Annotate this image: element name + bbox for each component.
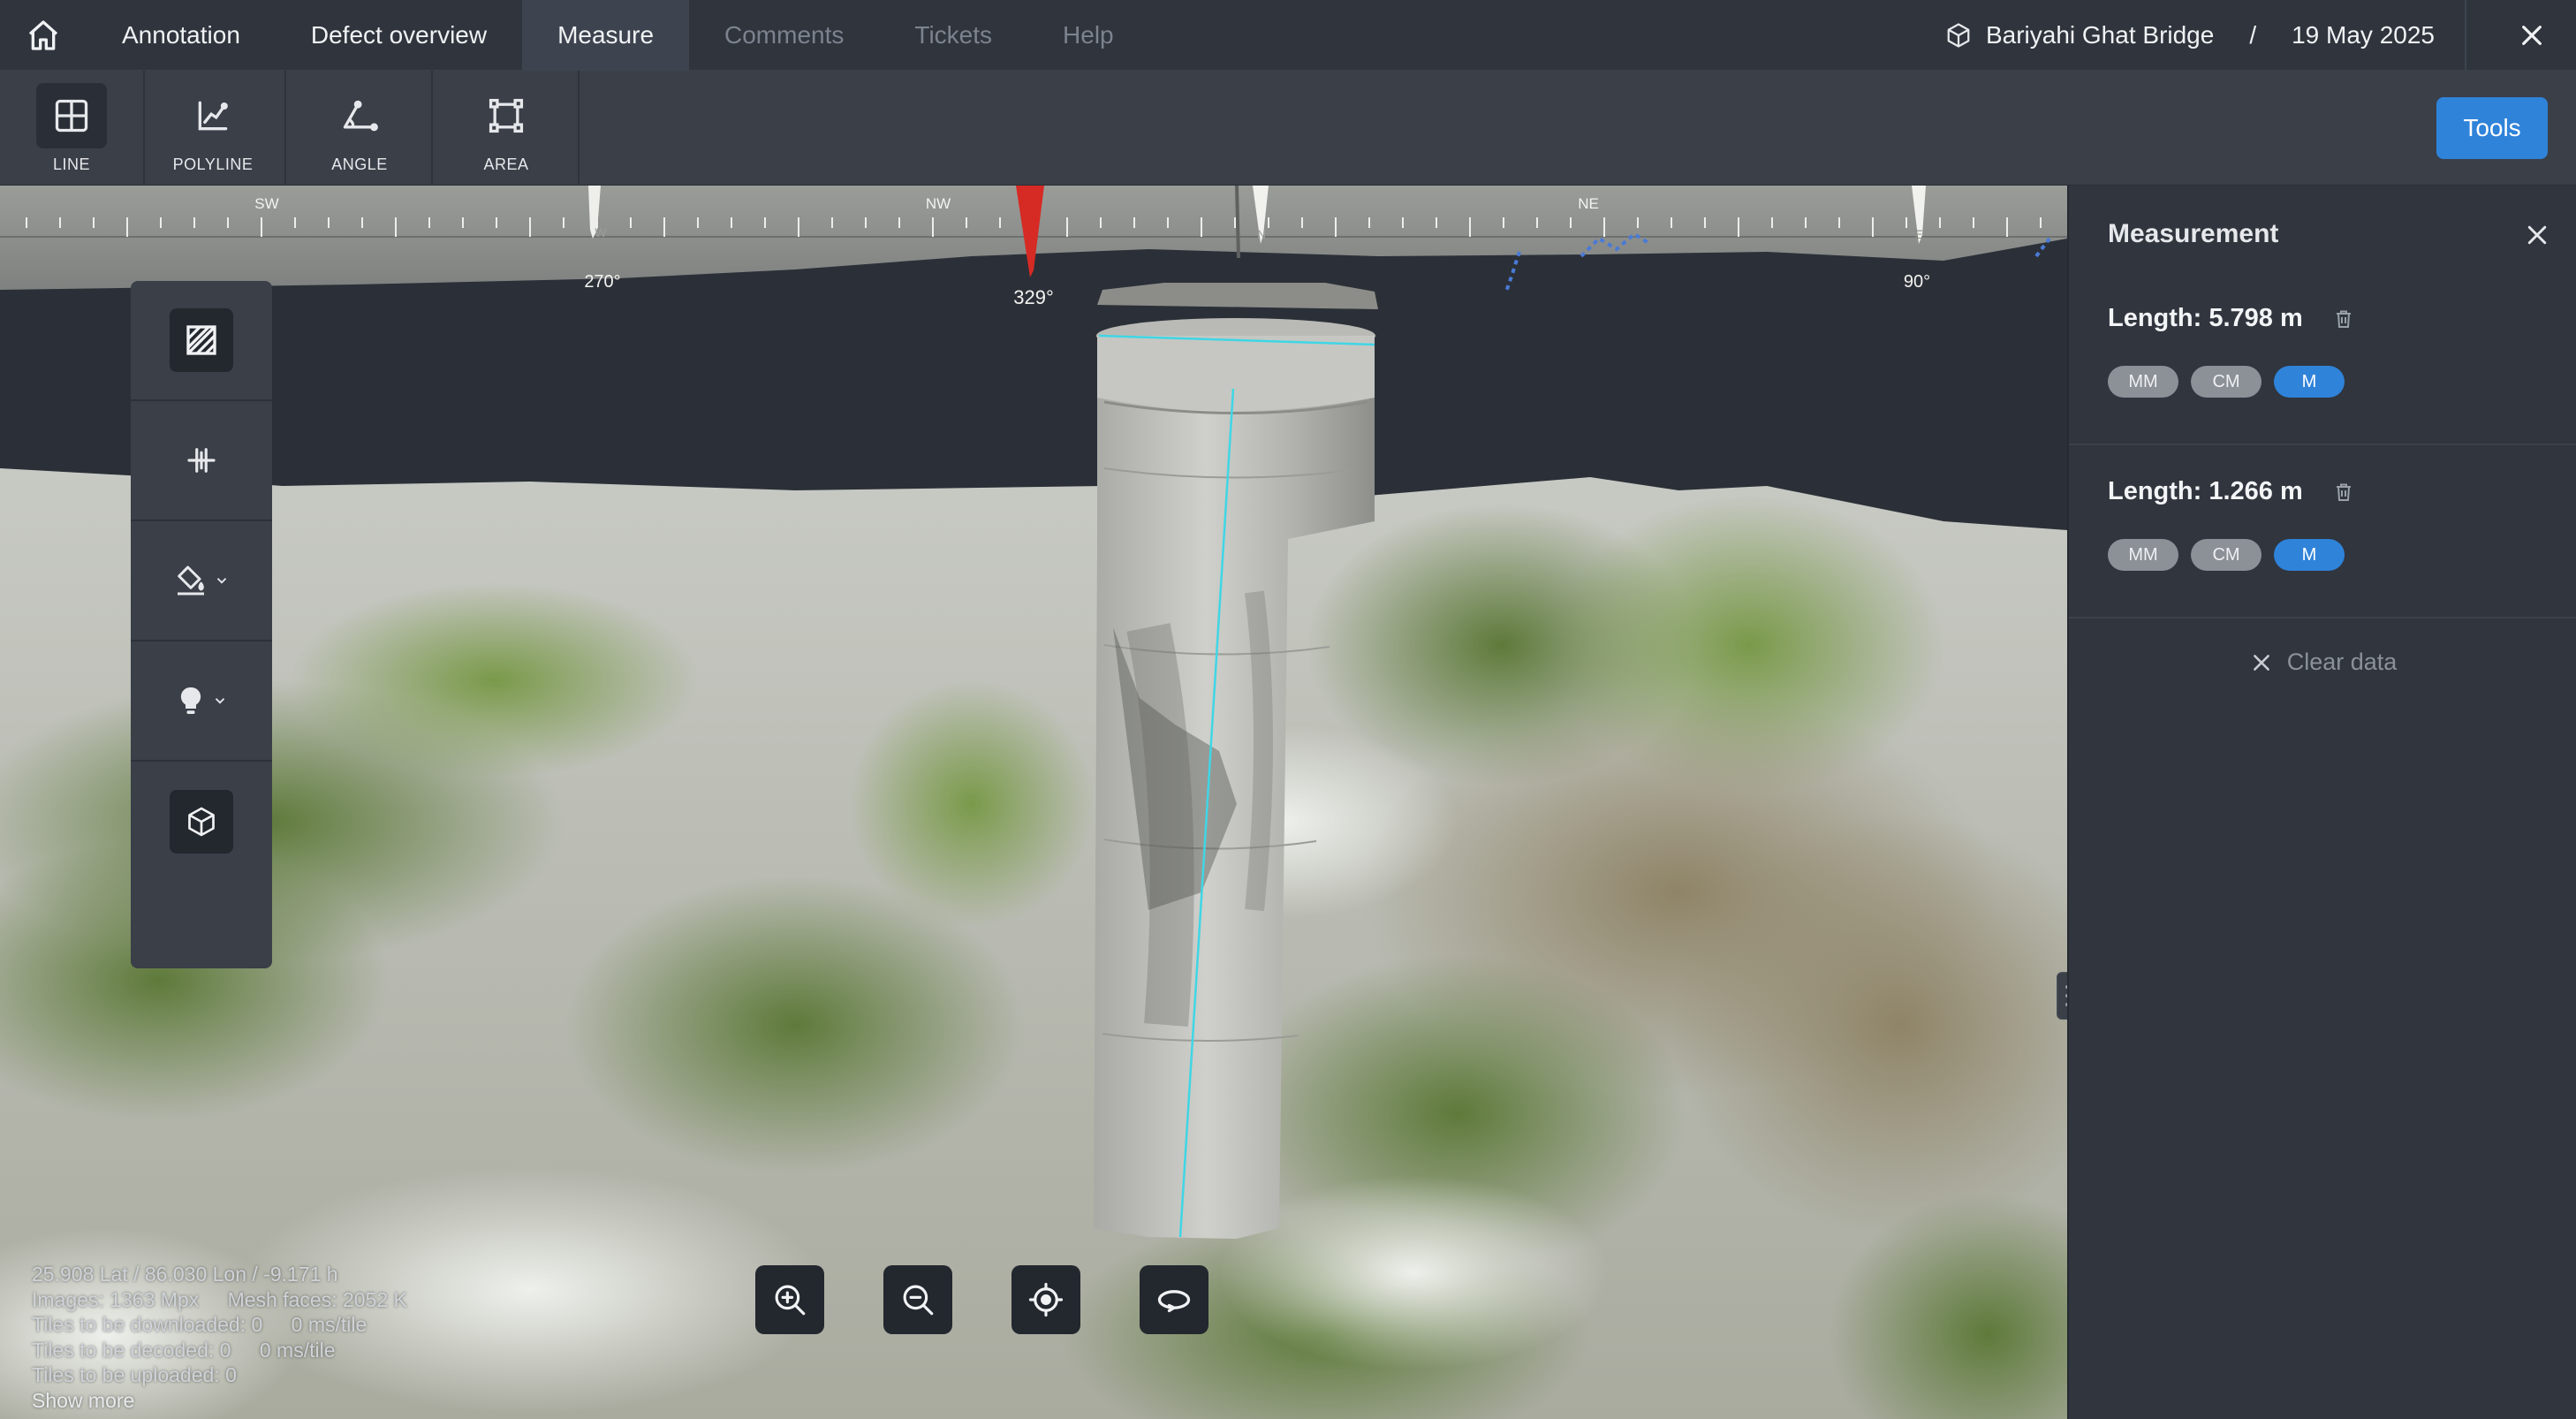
bridge-scene[interactable]: SW NW NE W N E 270° 329° 90° <box>0 186 2067 1419</box>
unit-m-button[interactable]: M <box>2274 539 2345 571</box>
trash-icon <box>2336 310 2351 328</box>
tab-help[interactable]: Help <box>1027 0 1149 71</box>
home-button[interactable] <box>0 0 87 71</box>
unit-selector: MM CM M <box>2108 539 2345 571</box>
measurement-length: Length: 1.266 m <box>2108 477 2303 505</box>
polyline-icon <box>198 101 228 130</box>
chevron-down-icon <box>215 698 225 704</box>
zoom-in-button[interactable] <box>755 1265 824 1334</box>
tab-tickets[interactable]: Tickets <box>879 0 1027 71</box>
compass-marker-n-letter: N <box>1257 227 1266 241</box>
home-icon <box>28 19 58 50</box>
unit-cm-button[interactable]: CM <box>2191 539 2262 571</box>
model-cube-icon <box>1947 23 1970 48</box>
orbit-button[interactable] <box>1140 1265 1208 1334</box>
images-stat: Images: 1363 Mpx <box>32 1287 200 1311</box>
close-icon <box>2522 26 2542 45</box>
lighting-dropdown[interactable] <box>131 641 272 762</box>
trash-icon <box>2336 483 2351 501</box>
compass-marker-w-letter: W <box>595 225 607 239</box>
project-name: Bariyahi Ghat Bridge <box>1985 21 2215 49</box>
unit-selector: MM CM M <box>2108 366 2345 398</box>
texture-hatch-icon <box>186 325 216 355</box>
tab-defect-overview[interactable]: Defect overview <box>276 0 522 71</box>
top-navigation: Annotation Defect overview Measure Comme… <box>0 0 2576 71</box>
close-viewer-button[interactable] <box>2512 16 2551 55</box>
unit-mm-button[interactable]: MM <box>2108 539 2178 571</box>
zoom-out-icon <box>903 1285 934 1316</box>
tool-angle-label: ANGLE <box>331 155 388 173</box>
orbit-rotate-icon <box>1157 1290 1191 1313</box>
unit-m-button[interactable]: M <box>2274 366 2345 398</box>
model-view-toggle[interactable] <box>131 762 272 882</box>
compass-label-sw: SW <box>254 195 278 212</box>
tool-polyline[interactable]: POLYLINE <box>141 71 286 186</box>
render-stats: 25.908 Lat / 86.030 Lon / -9.171 h Image… <box>32 1262 430 1413</box>
crosshair-toggle[interactable] <box>131 401 272 521</box>
panel-resize-handle[interactable] <box>2057 972 2067 1020</box>
measurement-item-1: Length: 5.798 m MM CM M <box>2069 272 2576 445</box>
unit-cm-button[interactable]: CM <box>2191 366 2262 398</box>
compass-marker-e-letter: E <box>1914 227 1922 241</box>
tiles-download-rate: 0 ms/tile <box>291 1313 367 1336</box>
coordinates-readout: 25.908 Lat / 86.030 Lon / -9.171 h <box>32 1263 338 1286</box>
target-icon <box>1028 1282 1064 1317</box>
recenter-button[interactable] <box>1011 1265 1080 1334</box>
cube-icon <box>188 807 215 837</box>
divider <box>2465 0 2466 71</box>
compass-degree-270: 270° <box>584 272 620 292</box>
grid-crosshair-icon <box>187 448 216 473</box>
tool-angle[interactable]: ANGLE <box>288 71 433 186</box>
panel-title: Measurement <box>2108 219 2279 248</box>
tiles-decode-stat: Tiles to be decoded: 0 <box>32 1338 231 1362</box>
tool-area-label: AREA <box>483 155 529 173</box>
delete-measurement-button[interactable] <box>2333 481 2354 504</box>
light-bulb-icon <box>180 687 201 714</box>
chevron-down-icon <box>216 578 227 584</box>
tab-comments[interactable]: Comments <box>689 0 879 71</box>
texture-toggle[interactable] <box>131 281 272 401</box>
tiles-download-stat: Tiles to be downloaded: 0 <box>32 1313 263 1336</box>
area-icon <box>489 98 524 133</box>
close-icon <box>2527 225 2547 245</box>
tool-area[interactable]: AREA <box>435 71 580 186</box>
breadcrumb-separator: / <box>2249 21 2257 49</box>
tool-polyline-label: POLYLINE <box>172 155 254 173</box>
angle-icon <box>343 100 378 131</box>
compass-label-ne: NE <box>1578 195 1599 212</box>
show-more-link[interactable]: Show more <box>32 1388 430 1414</box>
measure-toolbar: LINE POLYLINE ANGLE AREA Tools <box>0 71 2576 186</box>
tiles-upload-stat: Tiles to be uploaded: 0 <box>32 1363 237 1386</box>
tool-line-label: LINE <box>52 155 91 173</box>
tab-annotation[interactable]: Annotation <box>87 0 276 71</box>
tool-line[interactable]: LINE <box>0 71 145 186</box>
project-info: Bariyahi Ghat Bridge / 19 May 2025 <box>1945 0 2435 71</box>
compass-degree-329: 329° <box>1013 286 1054 308</box>
measurement-item-2: Length: 1.266 m MM CM M <box>2069 445 2576 618</box>
project-date: 19 May 2025 <box>2292 21 2435 49</box>
line-grid-icon <box>55 99 88 132</box>
view-options-panel <box>131 281 272 968</box>
measurement-length: Length: 5.798 m <box>2108 304 2303 332</box>
zoom-out-button[interactable] <box>883 1265 952 1334</box>
compass-label-nw: NW <box>926 195 951 212</box>
unit-mm-button[interactable]: MM <box>2108 366 2178 398</box>
clear-data-button[interactable]: Clear data <box>2069 649 2576 676</box>
mesh-faces-stat: Mesh faces: 2052 K <box>227 1287 407 1311</box>
close-icon <box>2253 654 2269 671</box>
compass-degree-90: 90° <box>1904 272 1930 292</box>
tools-button[interactable]: Tools <box>2436 97 2548 159</box>
fill-color-dropdown[interactable] <box>131 521 272 641</box>
close-panel-button[interactable] <box>2521 219 2553 251</box>
clear-data-label: Clear data <box>2286 649 2398 675</box>
tiles-decode-rate: 0 ms/tile <box>259 1338 336 1362</box>
3d-viewport[interactable]: SW NW NE W N E 270° 329° 90° 25.908 Lat … <box>0 186 2067 1419</box>
paint-bucket-icon <box>178 565 204 596</box>
tab-measure[interactable]: Measure <box>522 0 690 71</box>
measurement-panel: Measurement Length: 5.798 m MM CM M Leng… <box>2067 186 2576 1419</box>
zoom-in-icon <box>775 1285 806 1316</box>
delete-measurement-button[interactable] <box>2333 307 2354 330</box>
